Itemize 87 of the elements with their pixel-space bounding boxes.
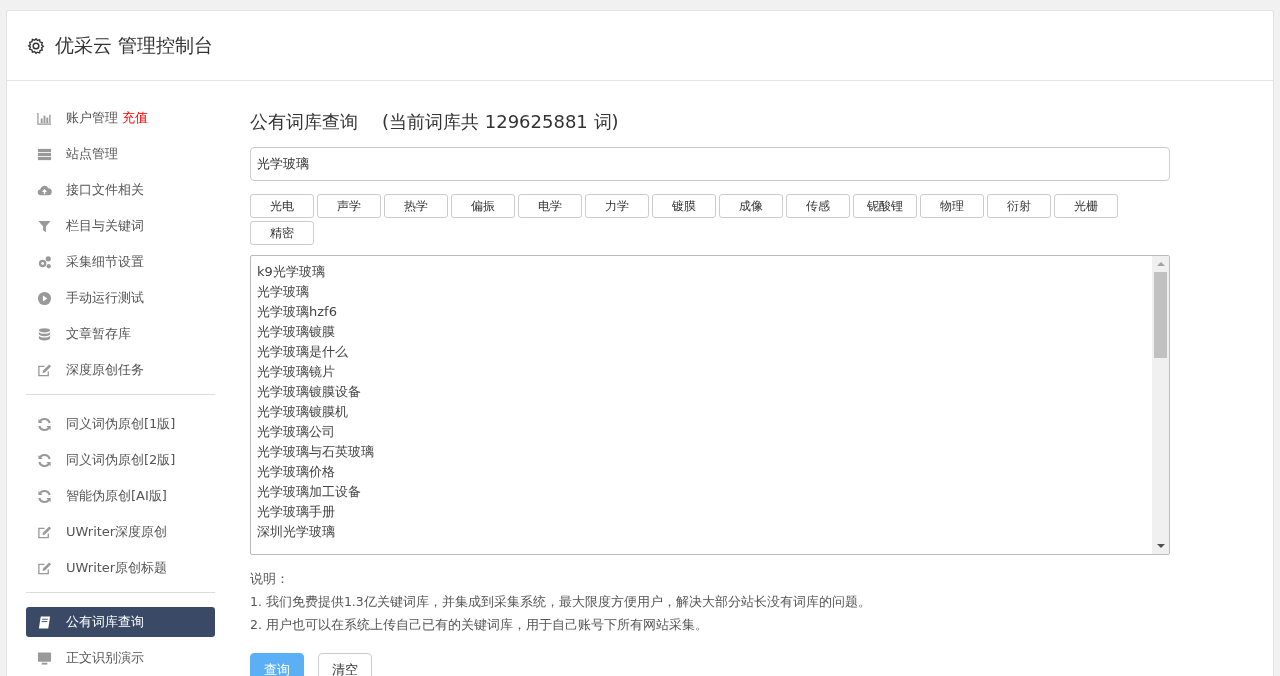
monitor-icon bbox=[36, 650, 53, 666]
list-option[interactable]: 光学玻璃hzf6 bbox=[257, 302, 1152, 322]
tag-button[interactable]: 铌酸锂 bbox=[853, 194, 917, 218]
gears-icon bbox=[36, 254, 53, 270]
sidebar-item[interactable]: 深度原创任务 bbox=[26, 355, 215, 385]
sidebar-item[interactable]: UWriter原创标题 bbox=[26, 553, 215, 583]
tag-button[interactable]: 光电 bbox=[250, 194, 314, 218]
sidebar-item[interactable]: 手动运行测试 bbox=[26, 283, 215, 313]
book-icon bbox=[36, 614, 53, 630]
word-count: (当前词库共 129625881 词) bbox=[382, 110, 619, 134]
sidebar-item[interactable]: 栏目与关键词 bbox=[26, 211, 215, 241]
list-option[interactable]: 光学玻璃 bbox=[257, 282, 1152, 302]
sidebar-item[interactable]: 智能伪原创[AI版] bbox=[26, 481, 215, 511]
scroll-thumb[interactable] bbox=[1154, 272, 1167, 358]
edit-icon bbox=[36, 362, 53, 378]
tag-button[interactable]: 精密 bbox=[250, 221, 314, 245]
list-option[interactable]: 光学玻璃镀膜 bbox=[257, 322, 1152, 342]
page-title: 公有词库查询 bbox=[250, 110, 358, 134]
sidebar-item-label: 智能伪原创[AI版] bbox=[66, 487, 167, 505]
list-option[interactable]: 光学玻璃镀膜机 bbox=[257, 402, 1152, 422]
play-icon bbox=[36, 290, 53, 306]
sidebar-item-label: 账户管理 bbox=[66, 109, 118, 127]
database-icon bbox=[36, 326, 53, 342]
sidebar-item[interactable]: 正文识别演示 bbox=[26, 643, 215, 673]
list-option[interactable]: 光学玻璃公司 bbox=[257, 422, 1152, 442]
list-option[interactable]: 光学玻璃加工设备 bbox=[257, 482, 1152, 502]
tag-button[interactable]: 成像 bbox=[719, 194, 783, 218]
sidebar-item-label: 正文识别演示 bbox=[66, 649, 144, 667]
tag-button[interactable]: 传感 bbox=[786, 194, 850, 218]
clear-button[interactable]: 清空 bbox=[318, 653, 372, 676]
scroll-down-arrow-icon[interactable] bbox=[1156, 544, 1165, 548]
list-option[interactable]: 光学玻璃是什么 bbox=[257, 342, 1152, 362]
note-text: 1. 我们免费提供1.3亿关键词库，并集成到采集系统，最大限度方便用户，解决大部分站长没有词库的问题。 bbox=[250, 593, 872, 611]
sidebar-item[interactable]: 文章暂存库 bbox=[26, 319, 215, 349]
tag-button[interactable]: 镀膜 bbox=[652, 194, 716, 218]
scroll-up-arrow-icon[interactable] bbox=[1156, 262, 1165, 266]
sidebar-item-label: 站点管理 bbox=[66, 145, 118, 163]
sidebar-item-label: 文章暂存库 bbox=[66, 325, 131, 343]
sidebar-item[interactable]: 同义词伪原创[1版] bbox=[26, 409, 215, 439]
sidebar-item-label: 采集细节设置 bbox=[66, 253, 144, 271]
sidebar-item[interactable]: 账户管理 充值 bbox=[26, 103, 215, 133]
bar-chart-icon bbox=[36, 110, 53, 126]
notes-heading: 说明： bbox=[250, 570, 290, 588]
sidebar-item-label: 公有词库查询 bbox=[66, 613, 144, 631]
sidebar-item[interactable]: 站点管理 bbox=[26, 139, 215, 169]
list-option[interactable]: 光学玻璃手册 bbox=[257, 502, 1152, 522]
list-option[interactable]: 光学玻璃镀膜设备 bbox=[257, 382, 1152, 402]
tag-button[interactable]: 声学 bbox=[317, 194, 381, 218]
sidebar-item[interactable]: 接口文件相关 bbox=[26, 175, 215, 205]
console-title: 优采云 管理控制台 bbox=[55, 32, 214, 58]
tag-button[interactable]: 偏振 bbox=[451, 194, 515, 218]
sidebar-item-label: 同义词伪原创[2版] bbox=[66, 451, 176, 469]
search-field[interactable]: 光学玻璃 bbox=[250, 147, 1170, 181]
sidebar-item-label: 手动运行测试 bbox=[66, 289, 144, 307]
filter-icon bbox=[36, 218, 53, 234]
recharge-link[interactable]: 充值 bbox=[122, 109, 148, 127]
sidebar-item-label: 接口文件相关 bbox=[66, 181, 144, 199]
sidebar-item-label: 栏目与关键词 bbox=[66, 217, 144, 235]
tag-button[interactable]: 物理 bbox=[920, 194, 984, 218]
list-option[interactable]: 光学玻璃价格 bbox=[257, 462, 1152, 482]
refresh-icon bbox=[36, 416, 53, 432]
tag-button[interactable]: 力学 bbox=[585, 194, 649, 218]
edit-icon bbox=[36, 560, 53, 576]
sidebar-item[interactable]: UWriter深度原创 bbox=[26, 517, 215, 547]
tag-button[interactable]: 电学 bbox=[518, 194, 582, 218]
list-option[interactable]: 光学玻璃与石英玻璃 bbox=[257, 442, 1152, 462]
sidebar-item[interactable]: 同义词伪原创[2版] bbox=[26, 445, 215, 475]
server-icon bbox=[36, 146, 53, 162]
sidebar-item-label: 同义词伪原创[1版] bbox=[66, 415, 176, 433]
note-text: 2. 用户也可以在系统上传自己已有的关键词库，用于自己账号下所有网站采集。 bbox=[250, 616, 709, 634]
refresh-icon bbox=[36, 488, 53, 504]
sidebar-item-label: UWriter深度原创 bbox=[66, 523, 168, 541]
sidebar-item[interactable]: 公有词库查询 bbox=[26, 607, 215, 637]
edit-icon bbox=[36, 524, 53, 540]
tag-button[interactable]: 热学 bbox=[384, 194, 448, 218]
refresh-icon bbox=[36, 452, 53, 468]
scrollbar[interactable] bbox=[1152, 256, 1169, 554]
sidebar-item-label: UWriter原创标题 bbox=[66, 559, 168, 577]
sidebar-item-label: 深度原创任务 bbox=[66, 361, 144, 379]
sidebar-item[interactable]: 采集细节设置 bbox=[26, 247, 215, 277]
results-list[interactable]: k9光学玻璃 光学玻璃 光学玻璃hzf6 光学玻璃镀膜 光学玻璃是什么 光学玻璃镜片 光学玻璃镀膜设备 光学玻璃镀膜机 光学玻璃公司 光学玻璃与石英玻璃 光学玻璃价格 光学玻璃加工设备 光学玻璃手册 深圳光学玻璃 bbox=[250, 255, 1170, 555]
list-option[interactable]: 深圳光学玻璃 bbox=[257, 522, 1152, 542]
tag-button[interactable]: 光栅 bbox=[1054, 194, 1118, 218]
gear-icon bbox=[27, 36, 45, 55]
list-option[interactable]: 光学玻璃镜片 bbox=[257, 362, 1152, 382]
tag-button[interactable]: 衍射 bbox=[987, 194, 1051, 218]
list-option[interactable]: k9光学玻璃 bbox=[257, 262, 1152, 282]
